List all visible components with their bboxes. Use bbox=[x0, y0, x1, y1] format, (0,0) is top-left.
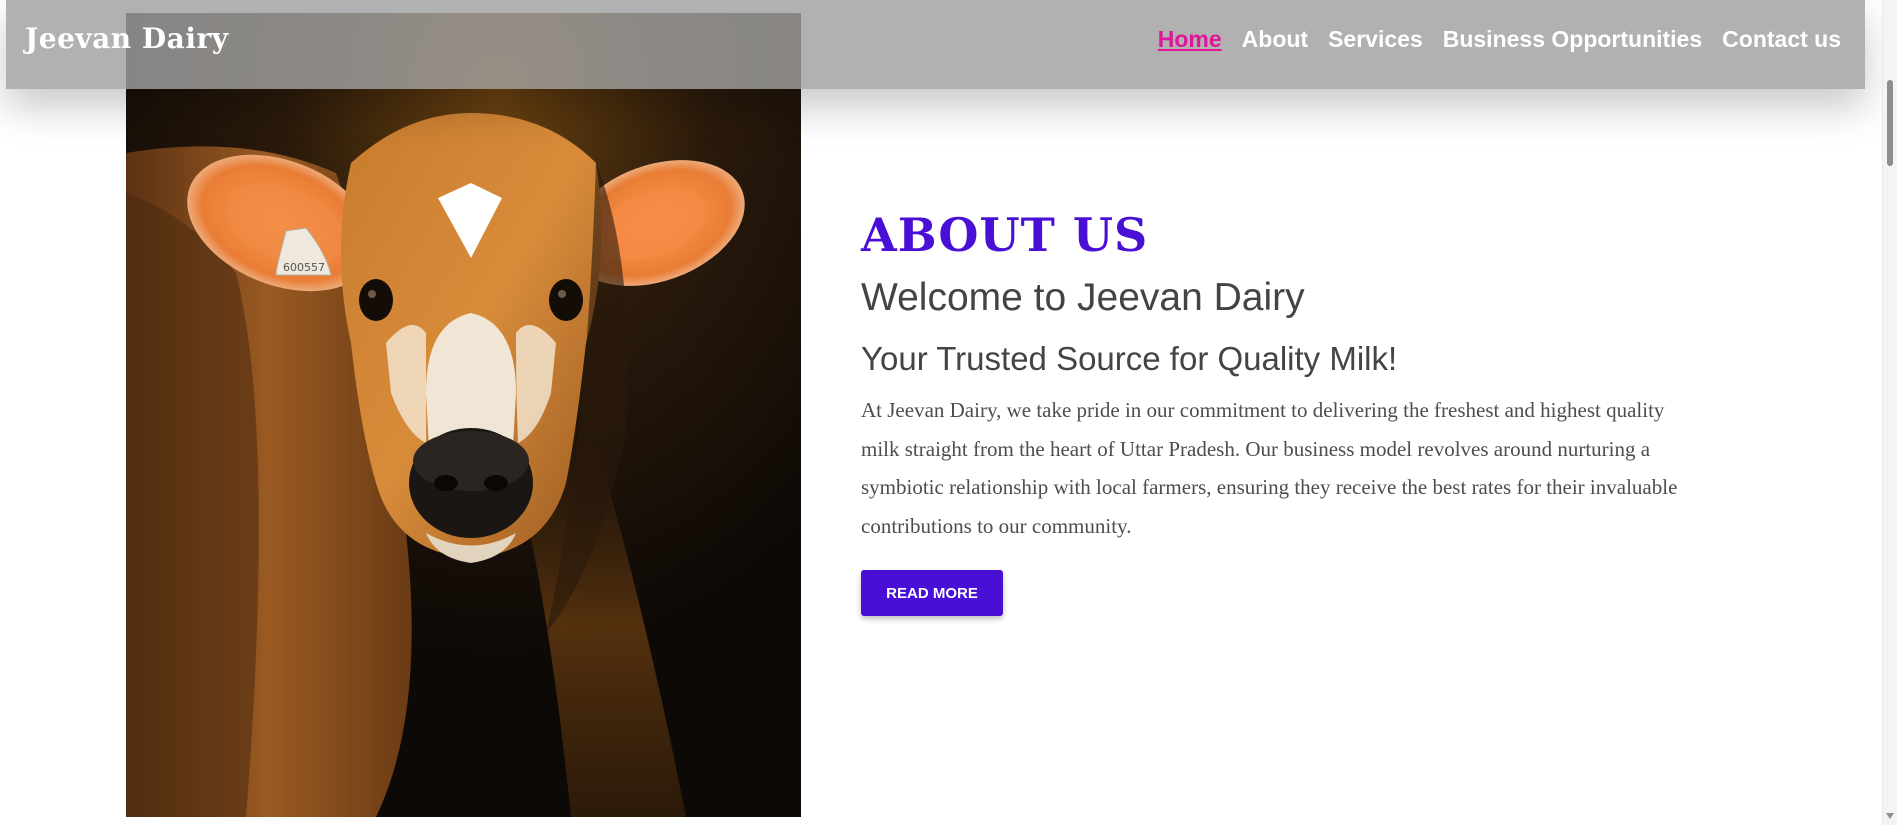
vertical-scrollbar[interactable] bbox=[1882, 0, 1897, 825]
scroll-down-arrow-icon[interactable] bbox=[1886, 813, 1894, 819]
trusted-subheading: Your Trusted Source for Quality Milk! bbox=[861, 340, 1398, 377]
ear-tag-text: 600557 bbox=[283, 261, 325, 274]
welcome-heading: Welcome to Jeevan Dairy bbox=[861, 276, 1305, 319]
page: 600557 Jeevan Dairy Home About Services … bbox=[0, 0, 1897, 825]
nav-item-home[interactable]: Home bbox=[1158, 26, 1222, 53]
nav-item-business-opportunities[interactable]: Business Opportunities bbox=[1443, 26, 1702, 53]
about-section: ABOUT US Welcome to Jeevan Dairy Your Tr… bbox=[861, 205, 1711, 616]
navbar: Jeevan Dairy Home About Services Busines… bbox=[6, 0, 1865, 89]
main-nav: Home About Services Business Opportuniti… bbox=[1158, 26, 1841, 53]
about-paragraph: At Jeevan Dairy, we take pride in our co… bbox=[861, 398, 1678, 538]
nav-item-services[interactable]: Services bbox=[1328, 26, 1423, 53]
brand-logo[interactable]: Jeevan Dairy bbox=[25, 22, 228, 55]
cow-image: 600557 bbox=[126, 13, 801, 817]
read-more-button[interactable]: READ MORE bbox=[861, 570, 1003, 616]
scrollbar-thumb[interactable] bbox=[1887, 80, 1893, 166]
about-kicker: ABOUT US bbox=[861, 208, 1149, 262]
nav-item-about[interactable]: About bbox=[1242, 26, 1308, 53]
nav-item-contact-us[interactable]: Contact us bbox=[1722, 26, 1841, 53]
